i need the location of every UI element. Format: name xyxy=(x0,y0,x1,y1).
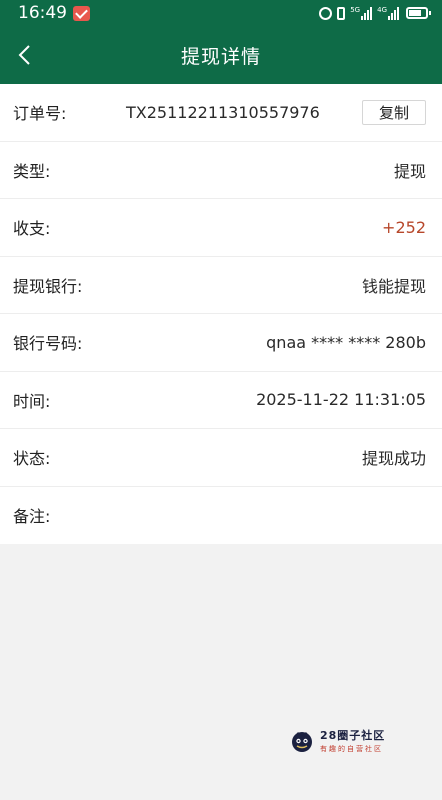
detail-list: 订单号: TX25112211310557976 复制 类型: 提现 收支: +… xyxy=(0,84,442,544)
type-value: 提现 xyxy=(393,161,426,181)
back-arrow-icon[interactable] xyxy=(14,43,38,67)
time-value: 2025-11-22 11:31:05 xyxy=(256,390,426,410)
watermark-subtitle: 有趣的自营社区 xyxy=(320,745,383,753)
mail-notification-icon xyxy=(73,5,90,21)
time-label: 时间: xyxy=(13,391,51,411)
watermark-text: 28圈子社区 有趣的自营社区 xyxy=(320,727,385,754)
vibrate-icon xyxy=(337,6,346,20)
status-label: 状态: xyxy=(13,449,51,469)
income-expense-label: 收支: xyxy=(13,219,51,239)
remark-label: 备注: xyxy=(13,507,51,527)
bank-number-label: 银行号码: xyxy=(13,334,83,354)
status-left: 16:49 xyxy=(18,3,90,23)
status-time: 16:49 xyxy=(18,3,67,23)
watermark: 28圈子社区 有趣的自营社区 xyxy=(290,727,385,754)
bank-number-row: 银行号码: qnaa **** **** 280b xyxy=(0,314,442,372)
order-number-value: TX25112211310557976 xyxy=(126,102,320,122)
income-expense-row: 收支: +252 xyxy=(0,199,442,257)
copy-button[interactable]: 复制 xyxy=(362,99,426,125)
amount-value: +252 xyxy=(382,217,426,237)
signal-label: 4G xyxy=(377,5,387,14)
type-label: 类型: xyxy=(13,161,51,181)
signal-icon: 5G xyxy=(350,5,373,20)
order-number-row: 订单号: TX25112211310557976 复制 xyxy=(0,84,442,142)
withdraw-bank-row: 提现银行: 钱能提现 xyxy=(0,257,442,314)
withdraw-bank-label: 提现银行: xyxy=(13,276,83,296)
type-row: 类型: 提现 xyxy=(0,142,442,199)
nav-bar: 提现详情 xyxy=(0,26,442,84)
status-right: 5G 4G xyxy=(319,5,431,20)
remark-row: 备注: xyxy=(0,487,442,545)
withdraw-bank-value: 钱能提现 xyxy=(361,276,426,296)
battery-icon xyxy=(406,7,431,19)
bank-number-value: qnaa **** **** 280b xyxy=(266,332,426,352)
order-number-label: 订单号: xyxy=(13,104,67,124)
signal-label: 5G xyxy=(350,5,361,14)
watermark-title: 28圈子社区 xyxy=(320,729,386,742)
status-bar: 16:49 5G 4G xyxy=(0,0,442,26)
time-row: 时间: 2025-11-22 11:31:05 xyxy=(0,372,442,429)
community-logo-icon xyxy=(290,729,314,753)
alarm-icon xyxy=(319,6,333,20)
status-row: 状态: 提现成功 xyxy=(0,429,442,487)
signal-icon: 4G xyxy=(377,5,399,20)
page-title: 提现详情 xyxy=(180,45,261,68)
status-value: 提现成功 xyxy=(361,449,426,469)
